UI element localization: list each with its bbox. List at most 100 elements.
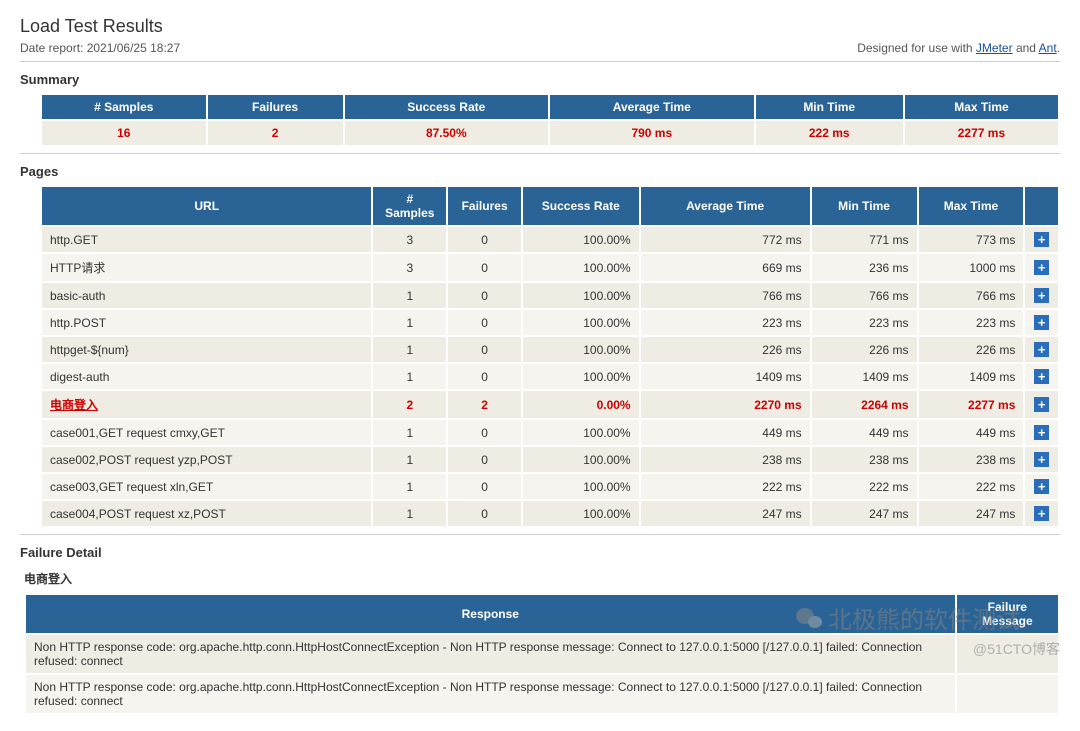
cell-min: 226 ms xyxy=(811,336,918,363)
cell-max: 2277 ms xyxy=(918,390,1025,419)
cell-expand: + xyxy=(1024,226,1059,253)
designed-prefix: Designed for use with xyxy=(857,41,976,55)
cell-min: 2264 ms xyxy=(811,390,918,419)
cell-url: httpget-${num} xyxy=(41,336,372,363)
table-row: 电商登入220.00%2270 ms2264 ms2277 ms+ xyxy=(41,390,1059,419)
expand-icon[interactable]: + xyxy=(1034,288,1049,303)
cell-failures: 0 xyxy=(447,500,522,527)
pages-table: URL # Samples Failures Success Rate Aver… xyxy=(40,185,1060,528)
section-pages: Pages xyxy=(20,164,1060,179)
cell-rate: 100.00% xyxy=(522,226,640,253)
cell-samples: 1 xyxy=(372,419,447,446)
separator xyxy=(20,534,1060,535)
cell-min: 766 ms xyxy=(811,282,918,309)
table-row: httpget-${num}10100.00%226 ms226 ms226 m… xyxy=(41,336,1059,363)
cell-max: 238 ms xyxy=(918,446,1025,473)
section-summary: Summary xyxy=(20,72,1060,87)
cell-failures: 0 xyxy=(447,363,522,390)
table-row: http.GET30100.00%772 ms771 ms773 ms+ xyxy=(41,226,1059,253)
th-expand xyxy=(1024,186,1059,226)
th-pmax: Max Time xyxy=(918,186,1025,226)
expand-icon[interactable]: + xyxy=(1034,369,1049,384)
summary-failures: 2 xyxy=(207,120,344,146)
expand-icon[interactable]: + xyxy=(1034,260,1049,275)
cell-expand: + xyxy=(1024,282,1059,309)
th-failures: Failures xyxy=(207,94,344,120)
table-row: HTTP请求30100.00%669 ms236 ms1000 ms+ xyxy=(41,253,1059,282)
cell-url: digest-auth xyxy=(41,363,372,390)
expand-icon[interactable]: + xyxy=(1034,397,1049,412)
expand-icon[interactable]: + xyxy=(1034,506,1049,521)
cell-max: 1409 ms xyxy=(918,363,1025,390)
summary-max: 2277 ms xyxy=(904,120,1059,146)
cell-avg: 238 ms xyxy=(640,446,811,473)
cell-failmsg xyxy=(956,634,1059,674)
fail-url-link[interactable]: 电商登入 xyxy=(50,398,98,412)
cell-avg: 1409 ms xyxy=(640,363,811,390)
cell-min: 223 ms xyxy=(811,309,918,336)
ant-link[interactable]: Ant xyxy=(1039,41,1057,55)
cell-samples: 1 xyxy=(372,446,447,473)
expand-icon[interactable]: + xyxy=(1034,479,1049,494)
table-row: Non HTTP response code: org.apache.http.… xyxy=(25,634,1059,674)
cell-rate: 100.00% xyxy=(522,473,640,500)
cell-samples: 1 xyxy=(372,363,447,390)
cell-rate: 100.00% xyxy=(522,446,640,473)
expand-icon[interactable]: + xyxy=(1034,425,1049,440)
failure-table: Response Failure Message Non HTTP respon… xyxy=(24,593,1060,715)
cell-expand: + xyxy=(1024,446,1059,473)
cell-avg: 766 ms xyxy=(640,282,811,309)
cell-max: 773 ms xyxy=(918,226,1025,253)
cell-failures: 0 xyxy=(447,226,522,253)
cell-rate: 100.00% xyxy=(522,309,640,336)
cell-url: http.GET xyxy=(41,226,372,253)
cell-url: case002,POST request yzp,POST xyxy=(41,446,372,473)
th-samples: # Samples xyxy=(41,94,207,120)
cell-failures: 0 xyxy=(447,309,522,336)
cell-min: 238 ms xyxy=(811,446,918,473)
cell-response: Non HTTP response code: org.apache.http.… xyxy=(25,634,956,674)
cell-samples: 3 xyxy=(372,226,447,253)
cell-rate: 100.00% xyxy=(522,419,640,446)
cell-failures: 0 xyxy=(447,446,522,473)
cell-url: 电商登入 xyxy=(41,390,372,419)
page-title: Load Test Results xyxy=(20,16,1060,37)
cell-failures: 0 xyxy=(447,253,522,282)
cell-expand: + xyxy=(1024,390,1059,419)
expand-icon[interactable]: + xyxy=(1034,342,1049,357)
cell-expand: + xyxy=(1024,419,1059,446)
cell-rate: 100.00% xyxy=(522,253,640,282)
cell-max: 226 ms xyxy=(918,336,1025,363)
cell-max: 222 ms xyxy=(918,473,1025,500)
table-row: Non HTTP response code: org.apache.http.… xyxy=(25,674,1059,714)
cell-max: 223 ms xyxy=(918,309,1025,336)
cell-failures: 0 xyxy=(447,473,522,500)
and-text: and xyxy=(1013,41,1039,55)
th-pfailures: Failures xyxy=(447,186,522,226)
cell-expand: + xyxy=(1024,363,1059,390)
expand-icon[interactable]: + xyxy=(1034,315,1049,330)
cell-samples: 1 xyxy=(372,282,447,309)
cell-samples: 1 xyxy=(372,500,447,527)
table-row: case001,GET request cmxy,GET10100.00%449… xyxy=(41,419,1059,446)
cell-avg: 449 ms xyxy=(640,419,811,446)
th-min: Min Time xyxy=(755,94,904,120)
cell-max: 449 ms xyxy=(918,419,1025,446)
cell-url: case001,GET request cmxy,GET xyxy=(41,419,372,446)
summary-row: 16 2 87.50% 790 ms 222 ms 2277 ms xyxy=(41,120,1059,146)
th-pmin: Min Time xyxy=(811,186,918,226)
cell-samples: 1 xyxy=(372,473,447,500)
cell-avg: 223 ms xyxy=(640,309,811,336)
section-failure: Failure Detail xyxy=(20,545,1060,560)
expand-icon[interactable]: + xyxy=(1034,232,1049,247)
cell-failmsg xyxy=(956,674,1059,714)
expand-icon[interactable]: + xyxy=(1034,452,1049,467)
cell-samples: 1 xyxy=(372,309,447,336)
cell-avg: 226 ms xyxy=(640,336,811,363)
cell-expand: + xyxy=(1024,336,1059,363)
cell-samples: 1 xyxy=(372,336,447,363)
summary-samples: 16 xyxy=(41,120,207,146)
cell-min: 222 ms xyxy=(811,473,918,500)
jmeter-link[interactable]: JMeter xyxy=(976,41,1013,55)
th-success: Success Rate xyxy=(344,94,550,120)
